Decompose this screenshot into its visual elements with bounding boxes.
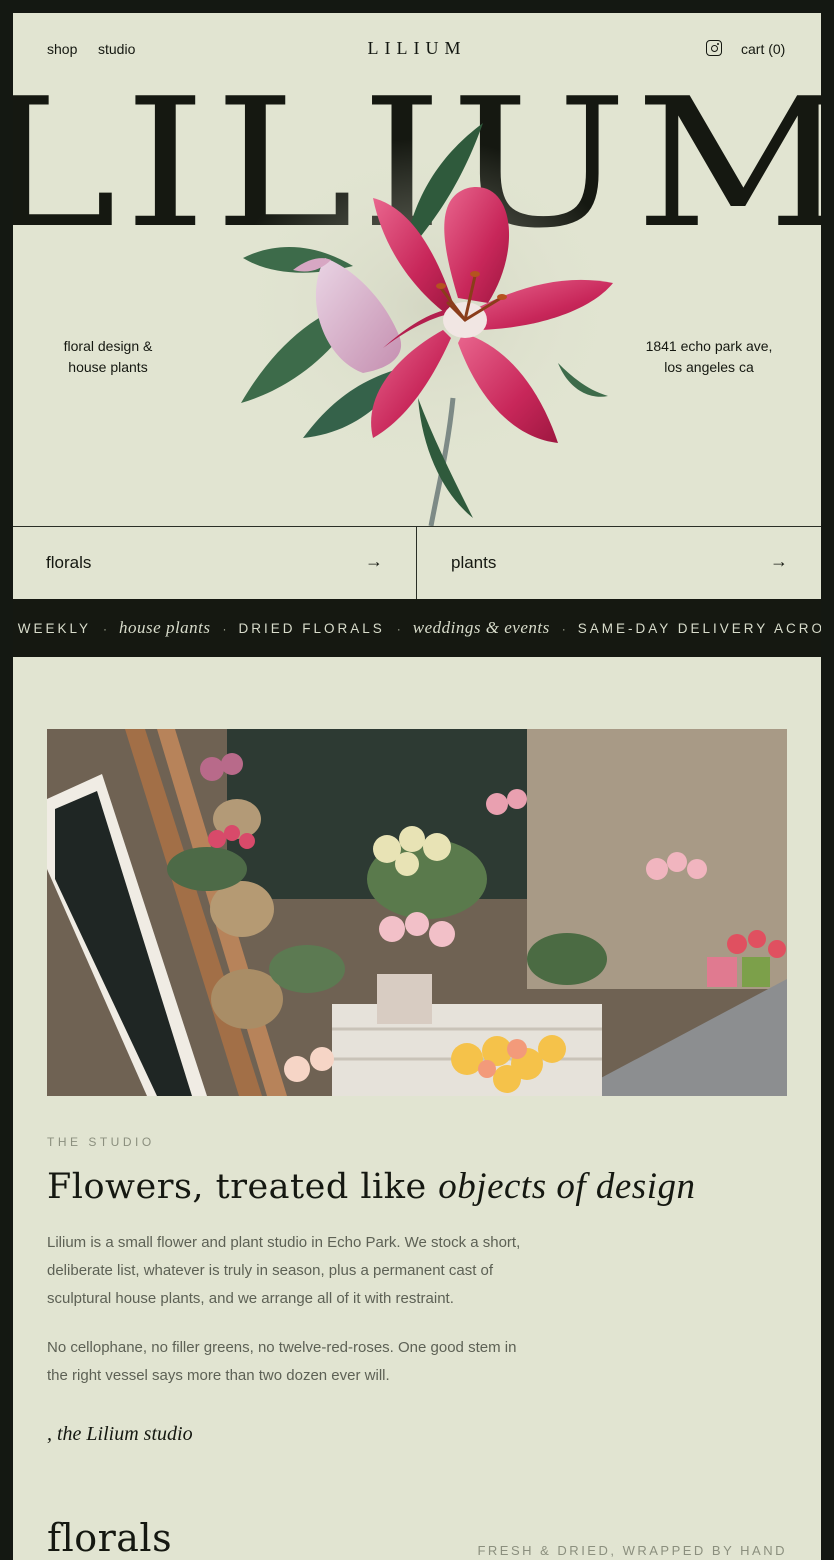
category-label: florals bbox=[46, 553, 92, 572]
cart-link[interactable]: cart (0) bbox=[741, 41, 785, 57]
florals-section-title: florals bbox=[47, 1516, 173, 1560]
category-plants[interactable]: plants → bbox=[418, 527, 821, 599]
marquee-item: SAME-DAY DELIVERY ACROSS bbox=[577, 621, 821, 636]
studio-signature: , the Lilium studio bbox=[47, 1423, 193, 1445]
marquee-separator: · bbox=[103, 622, 108, 636]
headline-italic: objects of design bbox=[438, 1166, 696, 1207]
address-line1: 1841 echo park ave, bbox=[645, 338, 773, 354]
marquee-item: house plants bbox=[119, 618, 211, 637]
page: shop studio LILIUM cart (0) LILIUM bbox=[13, 13, 821, 1560]
marquee-separator: · bbox=[222, 622, 227, 636]
flower-shop-photo bbox=[47, 729, 787, 1096]
marquee-separator: · bbox=[561, 622, 566, 636]
tagline-left: floral design & house plants bbox=[13, 336, 203, 378]
studio-paragraph-1: Lilium is a small flower and plant studi… bbox=[47, 1234, 521, 1307]
category-florals[interactable]: florals → bbox=[13, 527, 417, 599]
arrow-right-icon: → bbox=[770, 551, 788, 571]
marquee-item: weddings & events bbox=[412, 618, 550, 637]
logo[interactable]: LILIUM bbox=[13, 38, 821, 59]
address-line2: los angeles ca bbox=[664, 359, 754, 375]
lily-illustration bbox=[228, 123, 628, 527]
headline-plain: Flowers, treated like bbox=[47, 1167, 439, 1207]
category-label: plants bbox=[451, 553, 497, 572]
marquee-separator: · bbox=[396, 622, 401, 636]
instagram-icon[interactable] bbox=[706, 40, 722, 56]
marquee-item: DRIED FLORALS bbox=[238, 621, 385, 636]
studio-paragraph-2: No cellophane, no filler greens, no twel… bbox=[47, 1339, 517, 1384]
studio-headline: Flowers, treated like objects of design bbox=[47, 1165, 695, 1208]
address: 1841 echo park ave, los angeles ca bbox=[614, 336, 804, 378]
marquee-track: S WEEKLY · house plants · DRIED FLORALS · wedd… bbox=[13, 599, 821, 657]
marquee-banner: S WEEKLY · house plants · DRIED FLORALS · wedd… bbox=[13, 599, 821, 657]
marquee-item: S WEEKLY bbox=[13, 621, 92, 636]
tagline-left-line1: floral design & bbox=[63, 338, 153, 354]
tagline-left-line2: house plants bbox=[68, 359, 148, 375]
arrow-right-icon: → bbox=[365, 551, 383, 571]
studio-eyebrow: THE STUDIO bbox=[47, 1135, 155, 1149]
florals-section-tagline: FRESH & DRIED, WRAPPED BY HAND bbox=[477, 1543, 787, 1558]
